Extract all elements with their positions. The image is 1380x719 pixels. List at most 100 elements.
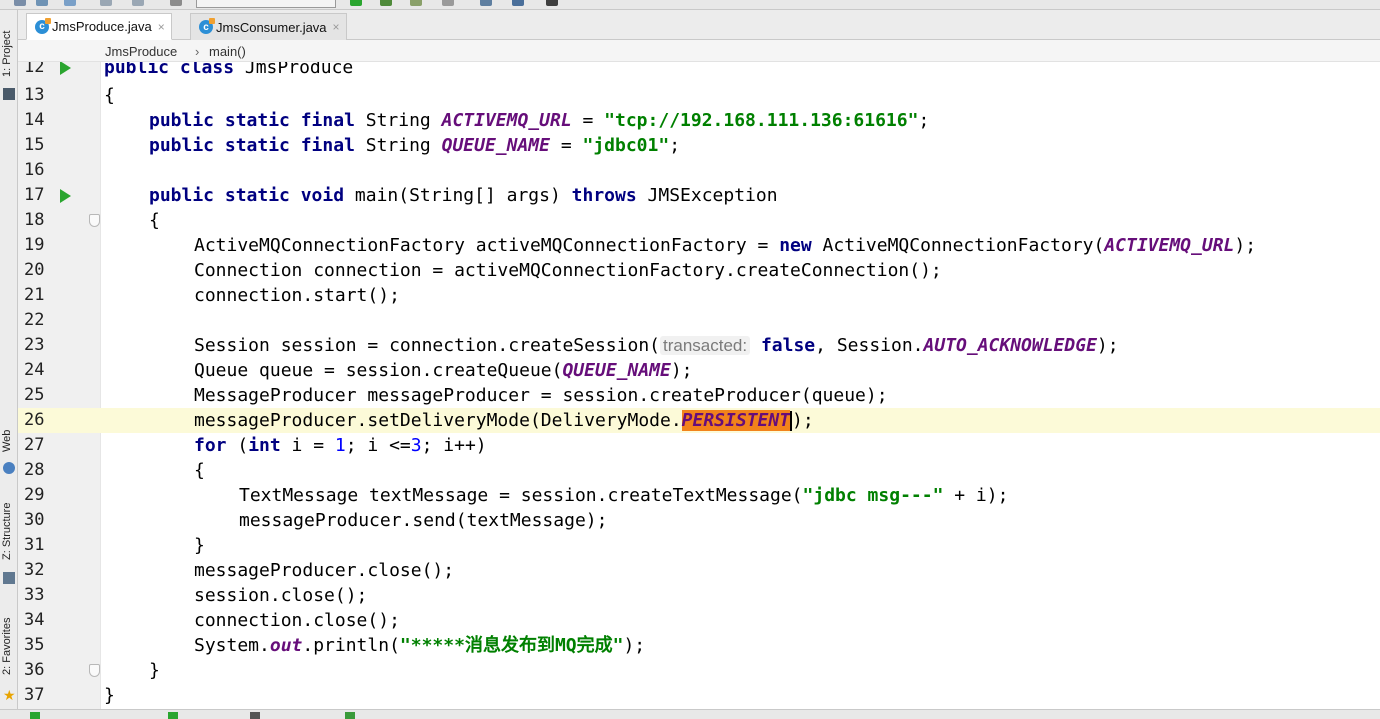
- code-line-29: 29 TextMessage textMessage = session.cre…: [18, 483, 1380, 508]
- code-text: ActiveMQConnectionFactory activeMQConnec…: [194, 235, 780, 256]
- code-line-36: 36 }: [18, 658, 1380, 683]
- close-icon[interactable]: ×: [158, 20, 165, 34]
- structure-icon[interactable]: [3, 572, 15, 584]
- code-text: MessageProducer messageProducer = sessio…: [194, 385, 888, 406]
- vcs-icon[interactable]: [480, 0, 492, 6]
- line-number: 28: [24, 460, 45, 480]
- line-number: 15: [24, 135, 45, 155]
- tab-jmsproduce[interactable]: c JmsProduce.java ×: [26, 13, 172, 40]
- code-line-32: 32 messageProducer.close();: [18, 558, 1380, 583]
- code-text: session.close();: [194, 585, 368, 606]
- run-gutter-icon[interactable]: [60, 189, 71, 203]
- structure-tool-button[interactable]: Z: Structure: [1, 490, 17, 572]
- line-number: 25: [24, 385, 45, 405]
- constant: QUEUE_NAME: [441, 135, 550, 156]
- web-tool-button[interactable]: Web: [1, 420, 17, 462]
- signature: main(String[] args): [344, 185, 572, 206]
- line-number: 31: [24, 535, 45, 555]
- line-number: 17: [24, 185, 45, 205]
- project-folder-icon[interactable]: [3, 88, 15, 100]
- debug-tool-icon[interactable]: [168, 712, 178, 719]
- tab-label: JmsProduce.java: [52, 19, 152, 34]
- fold-marker-icon[interactable]: [89, 214, 100, 227]
- code-text: {: [149, 210, 160, 231]
- code-line-19: 19 ActiveMQConnectionFactory activeMQCon…: [18, 233, 1380, 258]
- keyword: public static void: [149, 185, 345, 206]
- keyword: new: [779, 235, 812, 256]
- java-class-icon: c: [199, 18, 215, 34]
- line-number: 16: [24, 160, 45, 180]
- code-text: TextMessage textMessage = session.create…: [239, 485, 803, 506]
- debug-icon[interactable]: [380, 0, 392, 6]
- breadcrumb-method[interactable]: main(): [209, 44, 246, 59]
- tab-jmsconsumer[interactable]: c JmsConsumer.java ×: [190, 13, 347, 40]
- code-line-31: 31 }: [18, 533, 1380, 558]
- spring-tool-icon[interactable]: [345, 712, 355, 719]
- code-line-20: 20 Connection connection = activeMQConne…: [18, 258, 1380, 283]
- web-globe-icon[interactable]: [3, 462, 15, 474]
- constant: QUEUE_NAME: [562, 360, 671, 381]
- line-number: 12: [24, 62, 45, 77]
- line-number: 30: [24, 510, 45, 530]
- sync-icon[interactable]: [36, 0, 48, 6]
- selected-constant[interactable]: PERSISTENT: [681, 410, 791, 431]
- favorites-star-icon[interactable]: ★: [3, 689, 17, 703]
- forward-icon[interactable]: [132, 0, 144, 6]
- constant: ACTIVEMQ_URL: [441, 110, 572, 131]
- code-text: Queue queue = session.createQueue(: [194, 360, 563, 381]
- sdk-icon[interactable]: [546, 0, 558, 6]
- terminal-tool-icon[interactable]: [250, 712, 260, 719]
- code-line-23: 23 Session session = connection.createSe…: [18, 333, 1380, 358]
- main-toolbar: [0, 0, 1380, 10]
- code-line-27: 27 for (int i = 1; i <=3; i++): [18, 433, 1380, 458]
- exception-type: JMSException: [636, 185, 778, 206]
- stop-icon[interactable]: [442, 0, 454, 6]
- build-icon[interactable]: [170, 0, 182, 6]
- line-number: 27: [24, 435, 45, 455]
- breadcrumb: JmsProduce › main(): [18, 40, 1380, 62]
- number-literal: 3: [410, 435, 422, 456]
- code-editor[interactable]: 12 public class JmsProduce 13 { 14 publi…: [18, 62, 1380, 709]
- constant: ACTIVEMQ_URL: [1104, 235, 1235, 256]
- bottom-tool-bar: [0, 709, 1380, 719]
- run-tool-icon[interactable]: [30, 712, 40, 719]
- code-line-21: 21 connection.start();: [18, 283, 1380, 308]
- string-literal: "jdbc01": [582, 135, 670, 156]
- line-number: 29: [24, 485, 45, 505]
- run-configuration-select[interactable]: [196, 0, 336, 8]
- line-number: 24: [24, 360, 45, 380]
- code-text: , Session.: [815, 335, 924, 356]
- keyword: public static final: [149, 110, 355, 131]
- line-number: 18: [24, 210, 45, 230]
- breadcrumb-class[interactable]: JmsProduce: [105, 44, 177, 59]
- back-icon[interactable]: [100, 0, 112, 6]
- code-text: {: [104, 85, 115, 106]
- code-text: messageProducer.close();: [194, 560, 455, 581]
- keyword: public static final: [149, 135, 355, 156]
- keyword: public class: [104, 62, 235, 78]
- coverage-icon[interactable]: [410, 0, 422, 6]
- project-structure-icon[interactable]: [512, 0, 524, 6]
- line-number: 33: [24, 585, 45, 605]
- punct: );: [623, 635, 646, 656]
- code-text: ; i <=: [345, 435, 411, 456]
- code-text: (: [226, 435, 249, 456]
- run-icon[interactable]: [350, 0, 362, 6]
- close-icon[interactable]: ×: [333, 20, 340, 34]
- fold-marker-icon[interactable]: [89, 664, 100, 677]
- code-line-26-current: 26 messageProducer.setDeliveryMode(Deliv…: [18, 408, 1380, 433]
- code-text: }: [104, 685, 115, 706]
- keyword: throws: [571, 185, 637, 206]
- run-gutter-icon[interactable]: [60, 62, 71, 75]
- save-icon[interactable]: [14, 0, 26, 6]
- refresh-icon[interactable]: [64, 0, 76, 6]
- line-number: 26: [24, 410, 45, 430]
- static-field: out: [269, 635, 303, 656]
- line-number: 23: [24, 335, 45, 355]
- code-text: connection.start();: [194, 285, 400, 306]
- line-number: 32: [24, 560, 45, 580]
- line-number: 22: [24, 310, 45, 330]
- favorites-tool-button[interactable]: 2: Favorites: [1, 604, 17, 688]
- project-tool-button[interactable]: 1: Project: [1, 20, 17, 88]
- string-literal: "tcp://192.168.111.136:61616": [604, 110, 919, 131]
